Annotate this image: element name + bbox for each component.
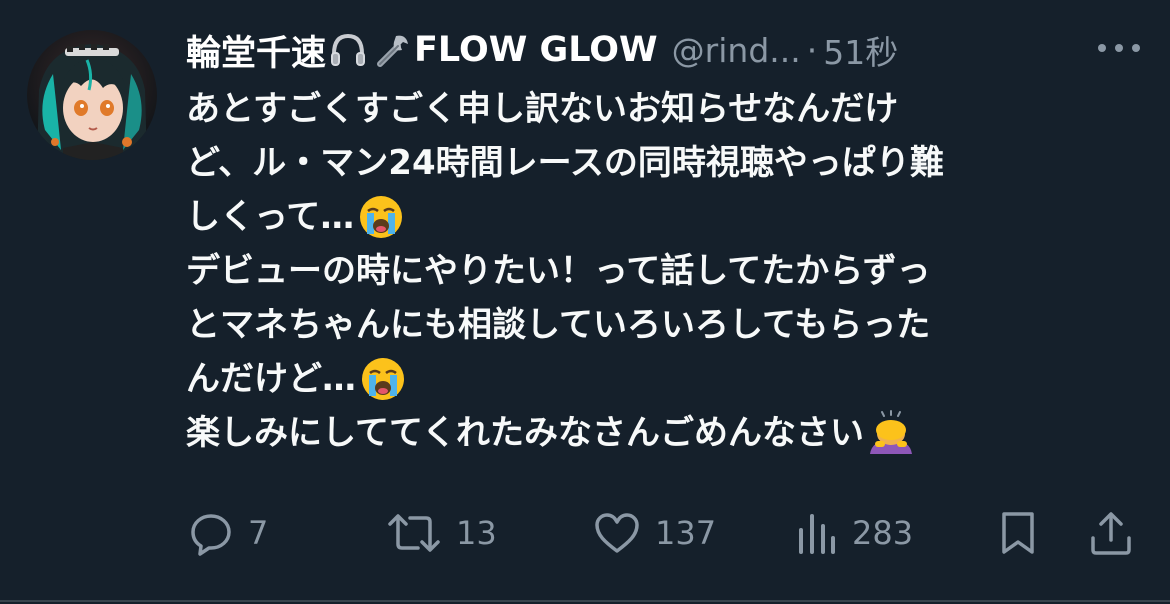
wrench-icon [372,30,412,70]
tweet-line: んだけど… [186,352,1136,406]
tweet[interactable]: 輪堂千速 FLOW GLOW @rind... · 51秒 あとすごくすごく申し… [0,0,1170,604]
bookmark-icon [1002,512,1034,554]
loudly-crying-face-icon [358,194,404,240]
tweet-line-text: とマネちゃんにも相談していろいろしてもらった [186,305,931,345]
tweet-line-text: あとすごくすごく申し訳ないお知らせなんだけ [186,89,899,129]
more-dots-icon [1098,44,1140,52]
display-name[interactable]: 輪堂千速 FLOW GLOW [186,25,658,76]
heart-icon [595,513,639,553]
tweet-line-text: デビューの時にやりたい！って話してたからずっ [186,251,931,291]
tweet-line-text: ど、ル・マン24時間レースの同時視聴やっぱり難 [186,143,944,183]
user-handle[interactable]: @rind... [672,31,801,70]
tweet-line-text: んだけど… [186,359,356,399]
reply-icon [191,514,231,556]
like-button[interactable]: 137 [593,508,716,558]
tweet-line: デビューの時にやりたい！って話してたからずっ [186,244,1136,298]
tweet-line: 楽しみにしててくれたみなさんごめんなさい [186,406,1136,460]
retweet-count: 13 [456,514,497,552]
tweet-line: しくって… [186,190,1136,244]
timestamp[interactable]: 51秒 [823,26,898,74]
retweet-button[interactable]: 13 [386,508,497,558]
tweet-text: あとすごくすごく申し訳ないお知らせなんだけ ど、ル・マン24時間レースの同時視聴… [186,82,1136,460]
display-name-suffix: FLOW GLOW [414,30,658,70]
bookmark-button[interactable] [998,508,1038,558]
tweet-line-text: 楽しみにしててくれたみなさんごめんなさい [186,413,864,453]
tweet-line-text: しくって… [186,197,355,237]
person-bowing-icon [868,410,914,456]
share-icon [1091,512,1131,555]
reply-count: 7 [248,514,269,552]
tweet-divider [0,600,1170,602]
views-count: 283 [852,514,914,552]
tweet-header: 輪堂千速 FLOW GLOW @rind... · 51秒 [186,24,898,76]
loudly-crying-face-icon [360,356,406,402]
tweet-line: とマネちゃんにも相談していろいろしてもらった [186,298,1136,352]
tweet-line: ど、ル・マン24時間レースの同時視聴やっぱり難 [186,136,1136,190]
share-button[interactable] [1088,508,1134,558]
tweet-actions: 7 13 137 283 [0,508,1170,558]
like-count: 137 [655,514,717,552]
views-chart-icon [799,514,835,554]
headphones-icon [328,30,368,70]
header-separator: · [806,30,818,70]
more-options-button[interactable] [1094,33,1144,63]
retweet-icon [388,514,440,552]
reply-button[interactable]: 7 [188,508,268,558]
display-name-text: 輪堂千速 [186,33,327,74]
tweet-line: あとすごくすごく申し訳ないお知らせなんだけ [186,82,1136,136]
views-button[interactable]: 283 [796,508,913,558]
avatar[interactable] [27,30,157,160]
